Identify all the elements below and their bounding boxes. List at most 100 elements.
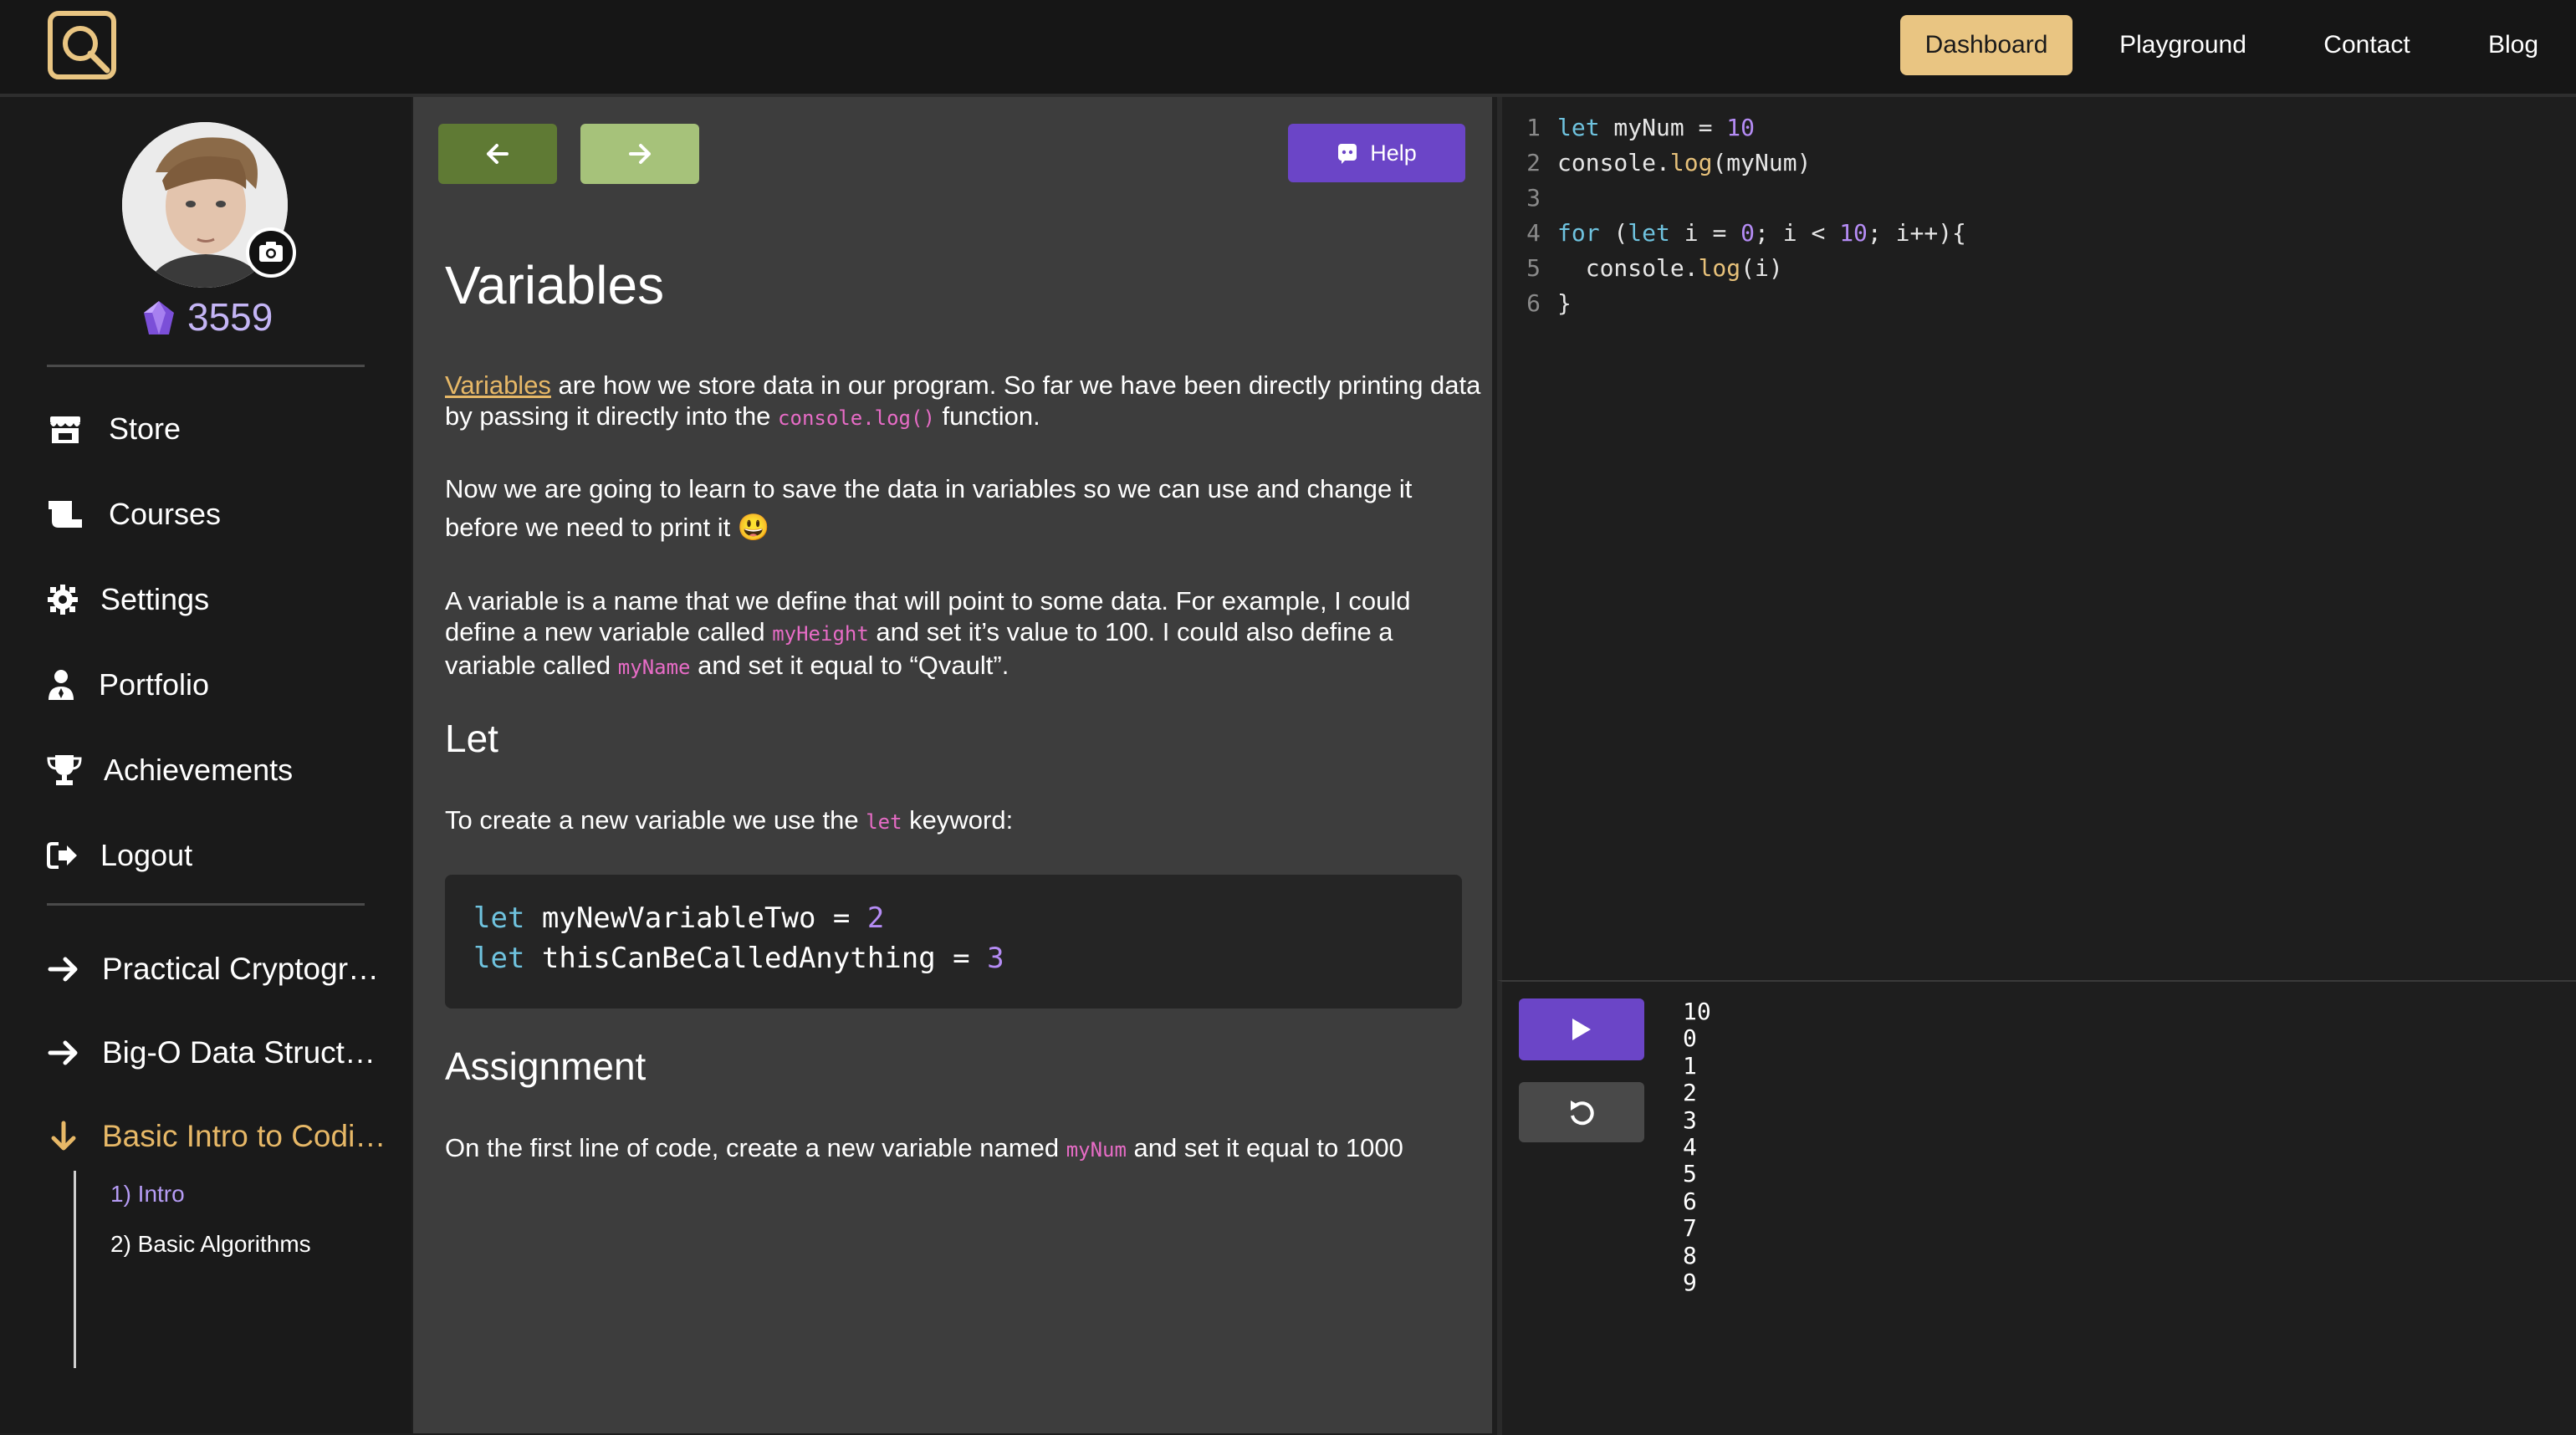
heading-let: Let <box>445 717 498 760</box>
console-output-line: 5 <box>1683 1160 1697 1188</box>
courses-icon <box>47 496 90 533</box>
console-output-line: 10 <box>1683 998 1711 1025</box>
gear-icon <box>47 581 82 618</box>
editor-line[interactable]: 4 for (let i = 0; i < 10; i++){ <box>1502 219 1966 254</box>
lesson-title: Variables <box>445 255 665 315</box>
text: keyword: <box>902 805 1014 835</box>
console-output-line: 6 <box>1683 1187 1697 1215</box>
console-output-line: 2 <box>1683 1079 1697 1107</box>
console-output-line: 3 <box>1683 1106 1697 1134</box>
sidebar-item-settings[interactable]: Settings <box>47 570 209 629</box>
next-lesson-button[interactable] <box>580 124 699 184</box>
paragraph-assignment: On the first line of code, create a new … <box>445 1132 1482 1166</box>
course-item-practical-cryptography[interactable]: Practical Cryptography <box>47 940 398 998</box>
gem-icon <box>144 301 174 334</box>
editor-line[interactable]: 2 console.log(myNum) <box>1502 149 1811 184</box>
line-number: 6 <box>1526 289 1541 317</box>
line-number: 1 <box>1526 114 1541 141</box>
arrow-down-icon <box>51 1121 76 1151</box>
line-number: 4 <box>1526 219 1541 247</box>
paragraph-save-data: Now we are going to learn to save the da… <box>445 474 1413 542</box>
course-label: Basic Intro to Coding <box>102 1119 386 1153</box>
sidebar-item-label: Courses <box>109 497 222 531</box>
editor-line-text: let myNum = 10 <box>1557 114 1756 141</box>
inline-code: let <box>866 810 902 834</box>
text: and set it equal to 1000 <box>1126 1133 1403 1162</box>
change-photo-button[interactable] <box>246 227 296 278</box>
text: To create a new variable we use the <box>445 805 866 835</box>
qvault-logo-icon[interactable] <box>47 10 117 80</box>
paragraph-variable-definition: A variable is a name that we define that… <box>445 585 1482 683</box>
sidebar-item-courses[interactable]: Courses <box>47 485 221 544</box>
help-button[interactable]: Help <box>1288 124 1465 182</box>
editor-line[interactable]: 3 <box>1502 184 1557 219</box>
inline-code: myName <box>617 656 691 679</box>
code-text: thisCanBeCalledAnything = <box>524 942 988 975</box>
sidebar-item-store[interactable]: Store <box>47 400 181 458</box>
sidebar-item-logout[interactable]: Logout <box>47 826 192 885</box>
editor-line[interactable]: 5 console.log(i) <box>1502 254 1783 289</box>
sidebar-item-label: Store <box>109 411 181 446</box>
sidebar-item-portfolio[interactable]: Portfolio <box>47 656 209 714</box>
nav-blog-link[interactable]: Blog <box>2476 15 2551 75</box>
text: On the first line of code, create a new … <box>445 1133 1066 1162</box>
editor-line[interactable]: 6} <box>1502 289 1572 324</box>
console-output-line: 7 <box>1683 1214 1697 1243</box>
sidebar-item-label: Achievements <box>104 753 294 787</box>
editor-line-text: console.log(myNum) <box>1557 149 1812 176</box>
code-line: let thisCanBeCalledAnything = 3 <box>473 942 1004 975</box>
paragraph-let-keyword: To create a new variable we use the let … <box>445 804 1482 838</box>
arrow-right-icon <box>629 144 651 164</box>
code-example-block: let myNewVariableTwo = 2 let thisCanBeCa… <box>445 875 1462 1009</box>
console-output: 10 0 1 2 3 4 5 6 7 8 9 <box>1683 998 1711 1296</box>
sidebar-divider <box>47 903 365 906</box>
inline-code: console.log() <box>778 406 935 430</box>
line-number: 3 <box>1526 184 1541 212</box>
course-item-basic-intro[interactable]: Basic Intro to Coding <box>47 1107 398 1166</box>
line-number: 5 <box>1526 254 1541 282</box>
sidebar-item-label: Logout <box>100 838 193 872</box>
nav-dashboard-button[interactable]: Dashboard <box>1900 15 2073 75</box>
play-icon <box>1572 1019 1591 1040</box>
nav-playground-link[interactable]: Playground <box>2108 15 2258 75</box>
camera-icon <box>259 242 283 262</box>
editor-line-text: } <box>1557 289 1572 317</box>
trophy-icon <box>47 752 85 789</box>
arrow-left-icon <box>487 144 509 164</box>
console-output-line: 0 <box>1683 1024 1697 1053</box>
previous-lesson-button[interactable] <box>438 124 557 184</box>
code-keyword: let <box>473 942 525 975</box>
text: and set it equal to “Qvault”. <box>690 651 1009 680</box>
arrow-right-icon <box>48 1040 78 1065</box>
course-item-big-o[interactable]: Big-O Data Structures <box>47 1024 398 1082</box>
points-count: 3559 <box>187 295 273 339</box>
inline-code: myNum <box>1066 1138 1127 1162</box>
lesson-tree-line <box>74 1171 76 1368</box>
editor-line-text: for (let i = 0; i < 10; i++){ <box>1557 219 1966 247</box>
editor-line-text: console.log(i) <box>1557 254 1783 282</box>
variables-link[interactable]: Variables <box>445 370 551 400</box>
run-button[interactable] <box>1519 998 1644 1060</box>
sidebar-item-label: Portfolio <box>99 667 210 702</box>
console-panel: 10 0 1 2 3 4 5 6 7 8 9 <box>1497 980 2576 1435</box>
store-icon <box>47 411 90 447</box>
heading-assignment: Assignment <box>445 1044 647 1088</box>
reset-button[interactable] <box>1519 1082 1644 1142</box>
console-output-line: 1 <box>1683 1051 1697 1080</box>
line-number: 2 <box>1526 149 1541 176</box>
text: function. <box>934 401 1040 431</box>
lesson-item-intro[interactable]: 1) Intro <box>110 1181 185 1208</box>
code-number: 2 <box>866 901 885 935</box>
nav-contact-link[interactable]: Contact <box>2308 15 2425 75</box>
course-label: Big-O Data Structures <box>102 1035 386 1070</box>
sidebar-item-label: Settings <box>100 582 210 616</box>
lesson-item-basic-algorithms[interactable]: 2) Basic Algorithms <box>110 1231 311 1258</box>
code-text: myNewVariableTwo = <box>524 901 867 935</box>
sidebar-item-achievements[interactable]: Achievements <box>47 741 293 799</box>
editor-line[interactable]: 1 let myNum = 10 <box>1502 114 1755 149</box>
code-number: 3 <box>987 942 1004 975</box>
discord-icon <box>1338 144 1357 164</box>
sidebar-divider <box>47 365 365 367</box>
logout-icon <box>47 837 82 874</box>
code-editor[interactable]: 1 let myNum = 10 2 console.log(myNum) 3 4f… <box>1497 97 2576 980</box>
